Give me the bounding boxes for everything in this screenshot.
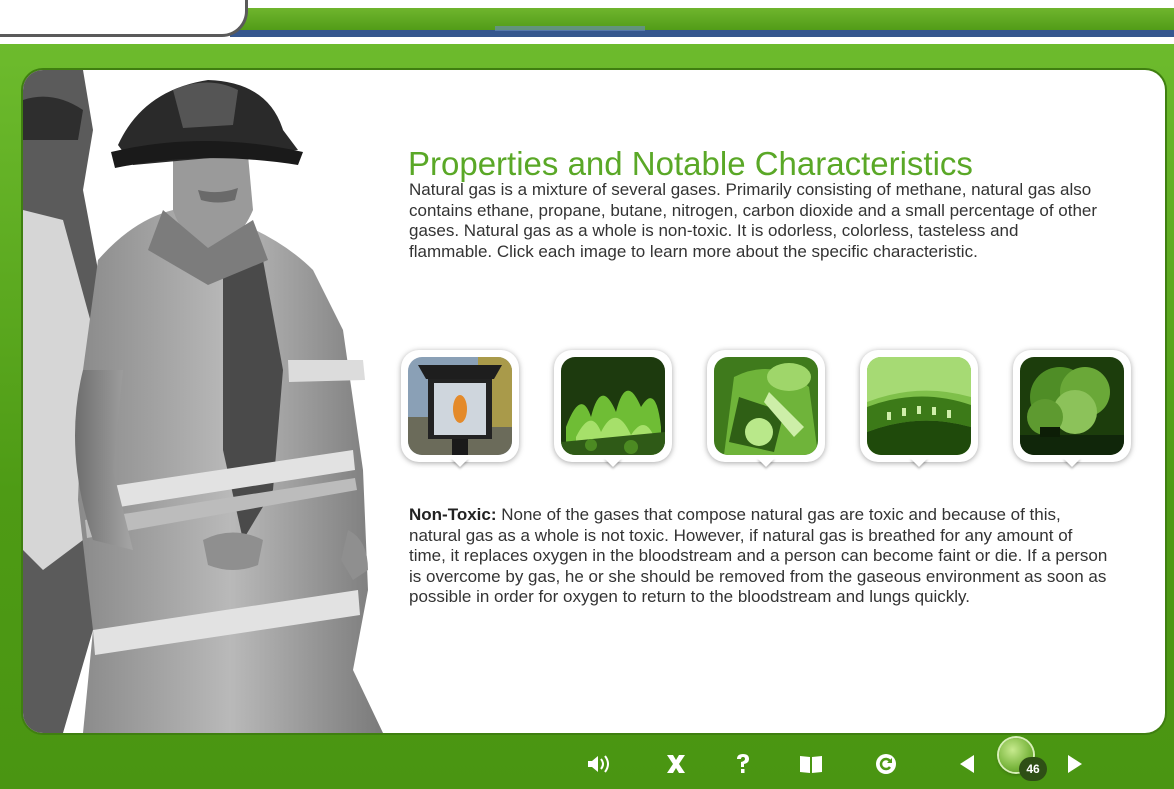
thumbnail-pointer xyxy=(604,458,622,467)
thumbnail-non-toxic[interactable] xyxy=(401,350,519,467)
thumbnail-tasteless[interactable] xyxy=(1013,350,1131,467)
replay-button[interactable] xyxy=(874,750,898,778)
top-white-tab xyxy=(0,0,248,37)
close-icon xyxy=(667,755,685,773)
explosion-image xyxy=(1020,357,1124,455)
top-band-highlight xyxy=(495,26,645,31)
characteristic-detail: Non-Toxic: None of the gases that compos… xyxy=(409,505,1109,608)
next-button[interactable] xyxy=(1066,750,1084,778)
gas-flames-image xyxy=(561,357,665,455)
content-panel: Properties and Notable Characteristics N… xyxy=(23,70,1165,733)
thumbnail-odorless[interactable] xyxy=(707,350,825,467)
top-green-band xyxy=(236,8,1174,32)
thumbnail-pointer xyxy=(1063,458,1081,467)
replay-icon xyxy=(876,754,896,774)
book-icon xyxy=(800,756,822,773)
firefighter-photo xyxy=(23,70,413,733)
thumbnail-pointer xyxy=(757,458,775,467)
audio-button[interactable] xyxy=(586,750,616,778)
previous-icon xyxy=(960,755,974,773)
page-number-badge: 46 xyxy=(1019,757,1047,781)
help-button[interactable] xyxy=(733,750,753,778)
intro-paragraph: Natural gas is a mixture of several gase… xyxy=(409,180,1098,261)
top-blue-band xyxy=(230,30,1174,37)
thumbnail-pointer xyxy=(451,458,469,467)
detail-heading: Non-Toxic: xyxy=(409,505,497,524)
gas-lantern-image xyxy=(408,357,512,455)
previous-button[interactable] xyxy=(958,750,976,778)
gas-burner-image xyxy=(867,357,971,455)
detail-body: None of the gases that compose natural g… xyxy=(409,505,1108,606)
thumbnail-flammable[interactable] xyxy=(554,350,672,467)
help-icon xyxy=(737,754,749,773)
audio-icon xyxy=(588,755,609,773)
glossary-button[interactable] xyxy=(798,750,824,778)
worker-mask-image xyxy=(714,357,818,455)
next-icon xyxy=(1068,755,1082,773)
characteristic-thumbnails xyxy=(401,350,1141,467)
page-title: Properties and Notable Characteristics xyxy=(408,145,973,182)
exit-button[interactable] xyxy=(664,750,688,778)
thumbnail-colorless[interactable] xyxy=(860,350,978,467)
thumbnail-pointer xyxy=(910,458,928,467)
top-bar xyxy=(0,0,1174,44)
